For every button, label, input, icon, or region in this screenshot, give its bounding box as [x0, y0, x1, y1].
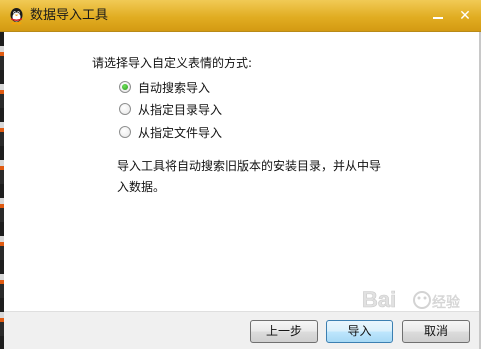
- import-tool-window: 数据导入工具 ✕ 请选择导入自定义表情的方式: 自动搜索导入 从指定目录导入 从…: [0, 0, 481, 349]
- method-description: 导入工具将自动搜索旧版本的安装目录，并从中导入数据。: [117, 159, 382, 194]
- title-bar[interactable]: 数据导入工具 ✕: [0, 0, 481, 32]
- radio-label[interactable]: 从指定文件导入: [138, 125, 222, 141]
- radio-label[interactable]: 从指定目录导入: [138, 102, 222, 118]
- previous-step-button[interactable]: 上一步: [250, 320, 318, 343]
- radio-dot-icon: [122, 84, 128, 90]
- import-button[interactable]: 导入: [326, 320, 393, 343]
- method-prompt: 请选择导入自定义表情的方式:: [92, 56, 253, 70]
- window-title: 数据导入工具: [30, 8, 109, 23]
- radio-button[interactable]: [119, 103, 131, 115]
- qq-penguin-icon: [8, 7, 25, 25]
- radio-button[interactable]: [119, 126, 131, 138]
- content-panel: 请选择导入自定义表情的方式: 自动搜索导入 从指定目录导入 从指定文件导入 导入…: [4, 32, 479, 311]
- button-bar: 上一步 导入 取消: [4, 311, 479, 349]
- radio-label[interactable]: 自动搜索导入: [138, 80, 210, 96]
- radio-button-selected[interactable]: [119, 81, 131, 93]
- minimize-icon: [433, 17, 443, 19]
- minimize-button[interactable]: [427, 6, 449, 26]
- close-button[interactable]: ✕: [454, 6, 476, 26]
- cancel-button[interactable]: 取消: [402, 320, 470, 343]
- close-icon: ✕: [459, 8, 471, 24]
